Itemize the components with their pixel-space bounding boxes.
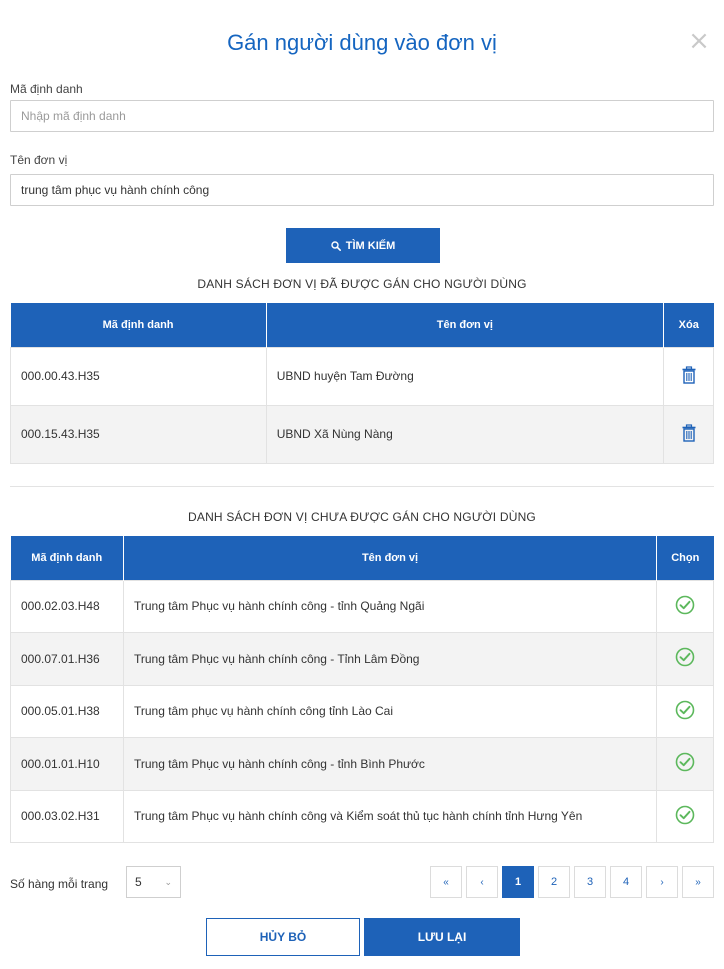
table-row: 000.03.02.H31 Trung tâm Phục vụ hành chín… <box>10 789 714 843</box>
unit-name-input[interactable] <box>10 174 714 206</box>
table-row: 000.15.43.H35 UBND Xã Nùng Nàng <box>10 404 714 464</box>
rows-per-page-label: Số hàng mỗi trang <box>10 877 109 891</box>
cell-code: 000.02.03.H48 <box>10 579 124 633</box>
delete-button[interactable] <box>681 423 697 445</box>
id-field-label: Mã định danh <box>10 82 83 96</box>
cell-select <box>656 579 714 633</box>
column-header-name: Tên đơn vị <box>266 303 665 347</box>
select-button[interactable] <box>675 752 695 775</box>
cell-name: Trung tâm Phục vụ hành chính công - tỉnh… <box>122 737 658 791</box>
table-header-row: Mã định danh Tên đơn vị Xóa <box>10 303 714 347</box>
trash-icon <box>682 365 696 384</box>
page-button-3[interactable]: 3 <box>574 866 606 898</box>
cell-code: 000.07.01.H36 <box>10 632 124 686</box>
prev-page-button[interactable]: ‹ <box>466 866 498 898</box>
close-icon[interactable]: × <box>686 28 712 54</box>
cell-code: 000.00.43.H35 <box>10 346 267 406</box>
check-circle-icon <box>675 647 695 667</box>
select-button[interactable] <box>675 595 695 618</box>
unassigned-section-title: DANH SÁCH ĐƠN VỊ CHƯA ĐƯỢC GÁN CHO NGƯỜI… <box>188 510 536 524</box>
cancel-button[interactable]: HỦY BỎ <box>206 918 360 956</box>
cell-name: Trung tâm Phục vụ hành chính công - tỉnh… <box>122 579 658 633</box>
cell-name: UBND huyện Tam Đường <box>265 346 665 406</box>
cell-name: UBND Xã Nùng Nàng <box>265 404 665 464</box>
cell-select <box>656 789 714 843</box>
table-row: 000.07.01.H36 Trung tâm Phục vụ hành chín… <box>10 632 714 686</box>
chevron-down-icon: ⌄ <box>164 876 172 887</box>
rows-per-page-select[interactable]: 5 ⌄ <box>126 866 181 898</box>
table-row: 000.01.01.H10 Trung tâm Phục vụ hành chín… <box>10 737 714 791</box>
check-circle-icon <box>675 805 695 825</box>
column-header-name: Tên đơn vị <box>123 536 658 580</box>
section-divider <box>10 486 714 487</box>
last-page-button[interactable]: » <box>682 866 714 898</box>
next-page-button[interactable]: › <box>646 866 678 898</box>
check-circle-icon <box>675 700 695 720</box>
cell-code: 000.03.02.H31 <box>10 789 124 843</box>
cell-code: 000.15.43.H35 <box>10 404 267 464</box>
table-row: 000.05.01.H38 Trung tâm phục vụ hành chín… <box>10 684 714 738</box>
unassigned-units-table: Mã định danh Tên đơn vị Chọn 000.02.03.H… <box>10 536 714 843</box>
cell-select <box>656 684 714 738</box>
unit-field-label: Tên đơn vị <box>10 153 68 167</box>
table-header-row: Mã định danh Tên đơn vị Chọn <box>10 536 714 580</box>
search-button[interactable]: TÌM KIẾM <box>286 228 440 263</box>
column-header-code: Mã định danh <box>10 303 267 347</box>
search-icon <box>331 240 341 251</box>
check-circle-icon <box>675 752 695 772</box>
cell-code: 000.01.01.H10 <box>10 737 124 791</box>
assigned-section-title: DANH SÁCH ĐƠN VỊ ĐÃ ĐƯỢC GÁN CHO NGƯỜI D… <box>197 277 527 291</box>
cell-select <box>656 737 714 791</box>
first-page-button[interactable]: « <box>430 866 462 898</box>
cell-name: Trung tâm Phục vụ hành chính công - Tỉnh… <box>122 632 658 686</box>
select-button[interactable] <box>675 647 695 670</box>
rows-per-page-value: 5 <box>135 875 142 889</box>
cell-code: 000.05.01.H38 <box>10 684 124 738</box>
page-button-4[interactable]: 4 <box>610 866 642 898</box>
dialog-title: Gán người dùng vào đơn vị <box>227 30 497 55</box>
page-button-1[interactable]: 1 <box>502 866 534 898</box>
column-header-delete: Xóa <box>663 303 714 347</box>
delete-button[interactable] <box>681 365 697 387</box>
select-button[interactable] <box>675 805 695 828</box>
search-button-label: TÌM KIẾM <box>345 239 396 252</box>
column-header-code: Mã định danh <box>10 536 124 580</box>
table-row: 000.00.43.H35 UBND huyện Tam Đường <box>10 346 714 406</box>
assign-user-dialog: Gán người dùng vào đơn vị × Mã định danh… <box>0 0 724 969</box>
cell-select <box>656 632 714 686</box>
cell-delete <box>663 404 714 464</box>
check-circle-icon <box>675 595 695 615</box>
assigned-units-table: Mã định danh Tên đơn vị Xóa 000.00.43.H3… <box>10 303 714 464</box>
trash-icon <box>682 423 696 442</box>
cell-name: Trung tâm phục vụ hành chính công tỉnh L… <box>122 684 658 738</box>
pagination: « ‹ 1234 › » <box>430 866 714 898</box>
cell-delete <box>663 346 714 406</box>
id-input[interactable] <box>10 100 714 132</box>
page-button-2[interactable]: 2 <box>538 866 570 898</box>
save-button[interactable]: LƯU LẠI <box>364 918 520 956</box>
column-header-select: Chọn <box>656 536 714 580</box>
table-row: 000.02.03.H48 Trung tâm Phục vụ hành chín… <box>10 579 714 633</box>
cell-name: Trung tâm Phục vụ hành chính công và Kiể… <box>122 789 658 843</box>
select-button[interactable] <box>675 700 695 723</box>
